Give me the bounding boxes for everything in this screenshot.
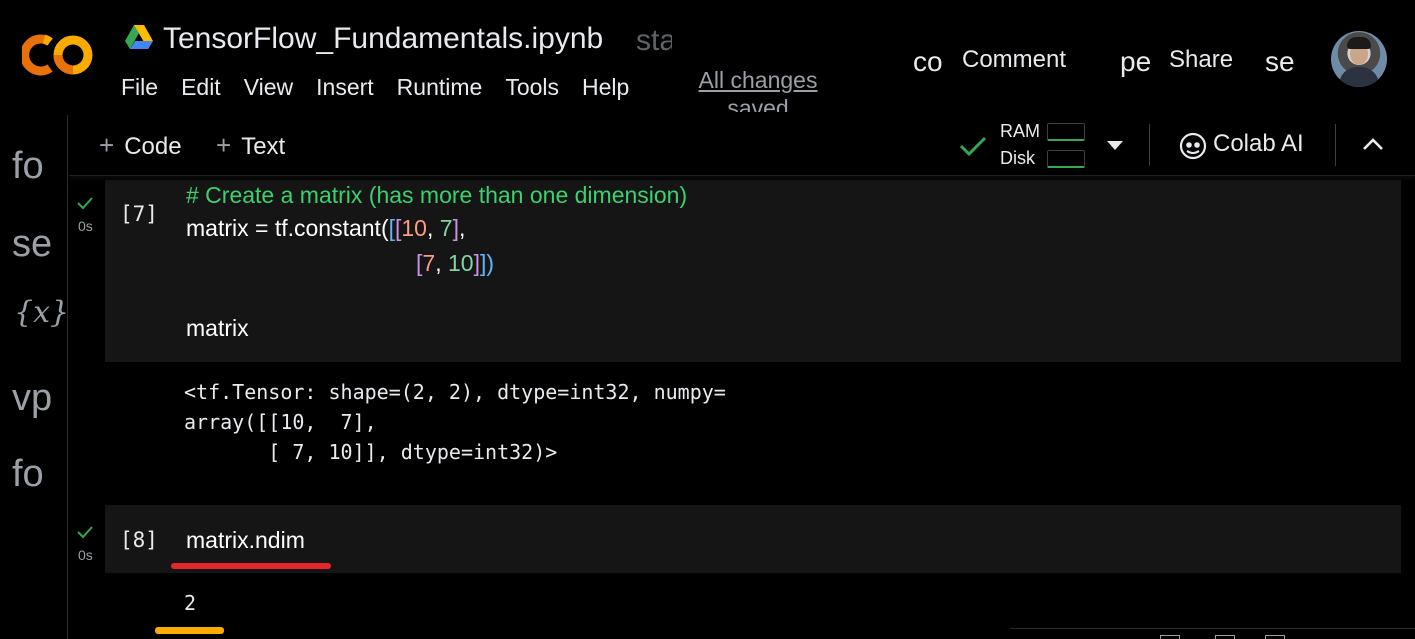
panel-icon <box>1265 635 1285 639</box>
menu-tools[interactable]: Tools <box>505 74 559 101</box>
disk-label[interactable]: Disk <box>1000 148 1035 169</box>
header-bar: TensorFlow_Fundamentals.ipynb sta File E… <box>0 0 1415 115</box>
menu-view[interactable]: View <box>244 74 293 101</box>
settings-icon[interactable]: se <box>1265 46 1301 78</box>
code-line[interactable]: matrix <box>186 315 249 342</box>
secrets-icon[interactable]: vp <box>12 377 64 420</box>
toolbar-divider <box>1149 124 1150 166</box>
plus-icon: + <box>99 130 115 160</box>
files-icon[interactable]: fo <box>12 453 64 496</box>
ram-label[interactable]: RAM <box>1000 121 1040 142</box>
cell-success-check-icon <box>77 197 93 210</box>
code-line[interactable]: matrix.ndim <box>186 527 305 554</box>
panel-icon <box>1215 635 1235 639</box>
share-icon[interactable]: pe <box>1120 46 1156 78</box>
toolbar-divider <box>1335 124 1336 166</box>
toc-icon[interactable]: fo <box>12 145 64 188</box>
left-sidebar: fo se {x} vp fo <box>0 115 69 639</box>
menu-bar: File Edit View Insert Runtime Tools Help <box>121 74 652 101</box>
notebook-title[interactable]: TensorFlow_Fundamentals.ipynb <box>163 22 603 56</box>
cell-exec-count[interactable]: [7] <box>120 202 158 226</box>
add-text-button[interactable]: + Text <box>216 130 285 161</box>
cell-output: <tf.Tensor: shape=(2, 2), dtype=int32, n… <box>184 380 726 464</box>
connected-check-icon <box>959 136 987 157</box>
yellow-underline-annotation <box>155 627 224 634</box>
chevron-down-icon[interactable] <box>1107 141 1123 150</box>
save-status-link[interactable]: All changes saved <box>693 66 823 112</box>
code-line[interactable]: [7, 10]]) <box>416 250 494 277</box>
code-line[interactable]: matrix = tf.constant([[10, 7], <box>186 215 465 242</box>
comment-icon[interactable]: co <box>913 46 949 78</box>
disk-meter[interactable] <box>1047 150 1085 168</box>
variables-icon[interactable]: {x} <box>14 295 69 330</box>
menu-help[interactable]: Help <box>582 74 629 101</box>
avatar[interactable] <box>1331 31 1387 87</box>
cell-exec-time: 0s <box>78 218 93 234</box>
plus-icon: + <box>216 130 232 160</box>
menu-runtime[interactable]: Runtime <box>397 74 483 101</box>
colab-ai-icon[interactable] <box>1179 132 1207 160</box>
menu-file[interactable]: File <box>121 74 158 101</box>
cell-exec-count[interactable]: [8] <box>120 528 158 552</box>
panel-icon <box>1160 635 1180 639</box>
cell-output: 2 <box>184 591 197 615</box>
star-icon-text[interactable]: sta <box>636 24 672 58</box>
comment-button[interactable]: Comment <box>962 46 1066 74</box>
menu-edit[interactable]: Edit <box>181 74 221 101</box>
bottom-status-bar <box>1010 628 1415 639</box>
share-button[interactable]: Share <box>1169 46 1233 74</box>
cell-exec-time: 0s <box>78 547 93 563</box>
google-drive-icon[interactable] <box>125 24 153 50</box>
menu-insert[interactable]: Insert <box>316 74 374 101</box>
red-underline-annotation <box>171 563 331 569</box>
search-icon[interactable]: se <box>12 223 64 266</box>
colab-ai-button[interactable]: Colab AI <box>1213 130 1304 158</box>
code-comment[interactable]: # Create a matrix (has more than one dim… <box>186 182 687 209</box>
chevron-up-icon[interactable] <box>1362 137 1384 151</box>
cell-success-check-icon <box>77 526 93 539</box>
colab-logo[interactable] <box>22 30 96 80</box>
add-code-button[interactable]: + Code <box>99 130 182 161</box>
ram-meter[interactable] <box>1047 123 1085 141</box>
